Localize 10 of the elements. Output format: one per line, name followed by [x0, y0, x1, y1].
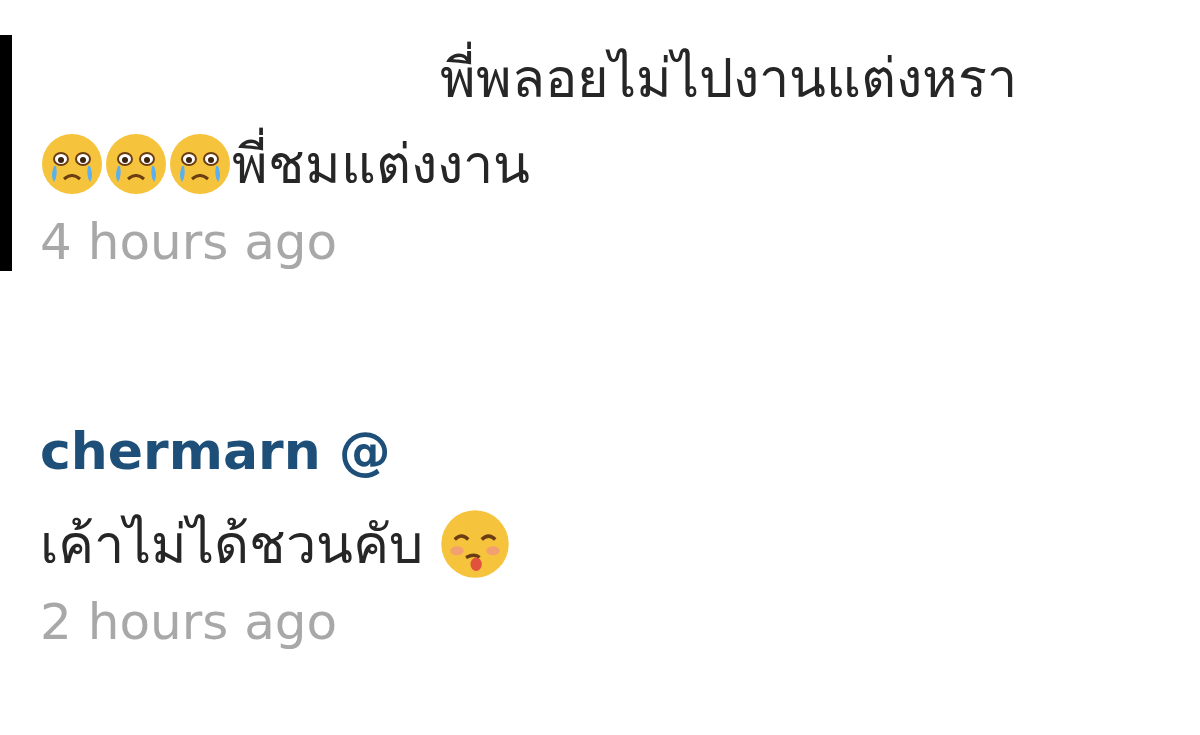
comment-text: พี่ชมแต่งงาน: [232, 121, 530, 207]
tongue-face-icon: [439, 508, 511, 580]
timestamp: 4 hours ago: [40, 213, 339, 271]
crying-face-icon: [168, 132, 232, 196]
timestamp: 2 hours ago: [40, 593, 339, 651]
crying-face-icon: [40, 132, 104, 196]
comment-text: เค้าไม่ได้ชวนคับ: [40, 512, 423, 578]
crying-face-icon: [104, 132, 168, 196]
username[interactable]: chermarn @: [40, 421, 1200, 501]
comment-text: พี่พลอยไม่ไปงานแต่งหรา: [440, 35, 1017, 121]
